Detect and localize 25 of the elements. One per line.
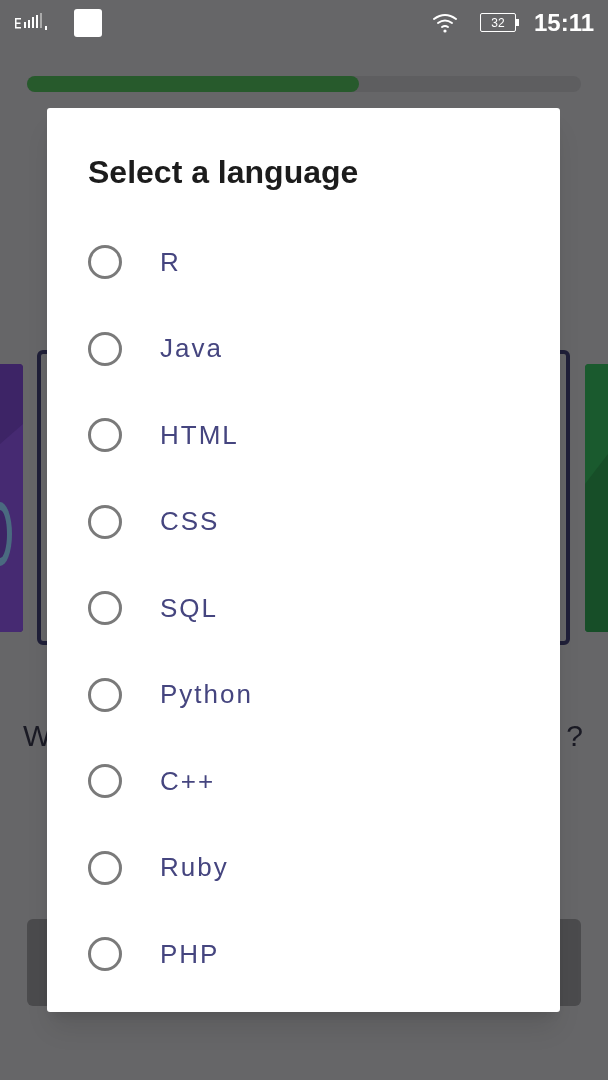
radio-button[interactable]	[88, 591, 122, 626]
language-option[interactable]: Java	[88, 305, 560, 392]
language-option[interactable]: C++	[88, 738, 560, 825]
radio-button[interactable]	[88, 937, 122, 972]
battery-level: 32	[491, 16, 505, 29]
dialog-title: Select a language	[88, 153, 360, 192]
language-option[interactable]: R	[88, 219, 560, 306]
language-option[interactable]: CSS	[88, 478, 560, 565]
language-option[interactable]: PHP	[88, 911, 560, 998]
radio-button[interactable]	[88, 677, 122, 712]
radio-button[interactable]	[88, 764, 122, 799]
radio-button[interactable]	[88, 245, 122, 280]
language-option[interactable]: HTML	[88, 392, 560, 479]
course-card[interactable]	[0, 363, 23, 632]
radio-button[interactable]	[88, 504, 122, 539]
language-option[interactable]: Ruby	[88, 824, 560, 911]
radio-button[interactable]	[88, 850, 122, 885]
language-option[interactable]: SQL	[88, 565, 560, 652]
language-option[interactable]: Python	[88, 651, 560, 738]
radio-button[interactable]	[88, 331, 122, 366]
wifi-icon	[431, 12, 458, 33]
notification-icon	[74, 8, 102, 37]
clock: 15:11	[533, 7, 594, 38]
question-text: ?	[566, 721, 583, 751]
radio-button[interactable]	[88, 418, 122, 453]
